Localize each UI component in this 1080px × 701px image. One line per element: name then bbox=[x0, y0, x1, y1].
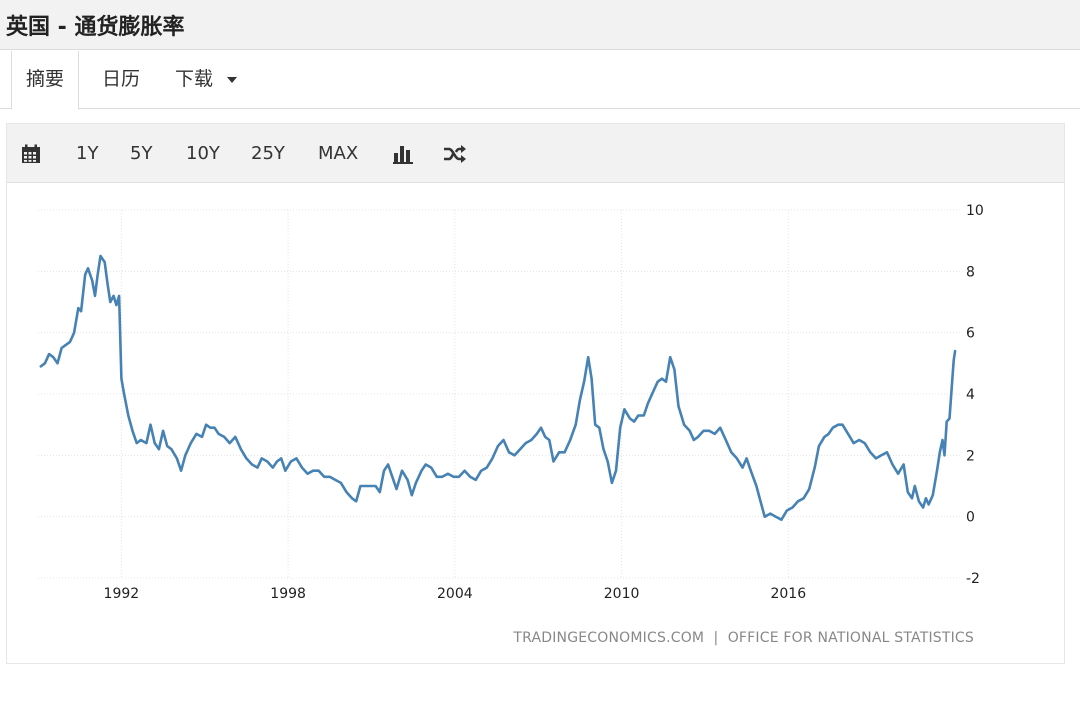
compare-button[interactable] bbox=[443, 124, 467, 183]
y-tick-label: 10 bbox=[966, 203, 984, 219]
calendar-button[interactable] bbox=[21, 124, 41, 183]
range-10y-button[interactable]: 10Y bbox=[186, 124, 220, 183]
y-tick-label: 2 bbox=[966, 448, 975, 464]
y-tick-label: 8 bbox=[966, 264, 975, 280]
y-tick-label: 4 bbox=[966, 387, 975, 403]
range-max-button[interactable]: MAX bbox=[318, 124, 358, 183]
shuffle-icon bbox=[444, 145, 466, 163]
chart-type-button[interactable] bbox=[393, 124, 413, 183]
x-tick-label: 2016 bbox=[770, 586, 806, 602]
chart-toolbar: 1Y 5Y 10Y 25Y MAX bbox=[7, 124, 1064, 183]
y-tick-label: 6 bbox=[966, 326, 975, 342]
tab-bar: 摘要 日历 下载 bbox=[0, 51, 1080, 110]
range-5y-button[interactable]: 5Y bbox=[130, 124, 152, 183]
y-tick-label: -2 bbox=[966, 571, 980, 587]
source-attribution[interactable]: TRADINGECONOMICS.COM | OFFICE FOR NATION… bbox=[512, 630, 974, 646]
tab-download-label: 下载 bbox=[175, 68, 214, 90]
x-tick-label: 2004 bbox=[437, 586, 473, 602]
calendar-icon bbox=[22, 144, 40, 163]
tab-calendar-label: 日历 bbox=[102, 68, 141, 90]
x-tick-label: 2010 bbox=[604, 586, 640, 602]
tab-summary[interactable]: 摘要 bbox=[11, 51, 80, 110]
y-tick-label: 0 bbox=[966, 510, 975, 526]
page-title: 英国 - 通货膨胀率 bbox=[6, 15, 185, 40]
tab-download[interactable]: 下载 bbox=[175, 51, 238, 109]
title-bar: 英国 - 通货膨胀率 bbox=[0, 0, 1080, 50]
tab-summary-label: 摘要 bbox=[26, 68, 65, 90]
tab-calendar[interactable]: 日历 bbox=[102, 51, 140, 109]
x-tick-label: 1992 bbox=[104, 586, 140, 602]
range-25y-button[interactable]: 25Y bbox=[251, 124, 285, 183]
range-1y-button[interactable]: 1Y bbox=[76, 124, 98, 183]
chevron-down-icon bbox=[227, 76, 238, 83]
bar-chart-icon bbox=[393, 146, 413, 164]
x-tick-label: 1998 bbox=[270, 586, 306, 602]
